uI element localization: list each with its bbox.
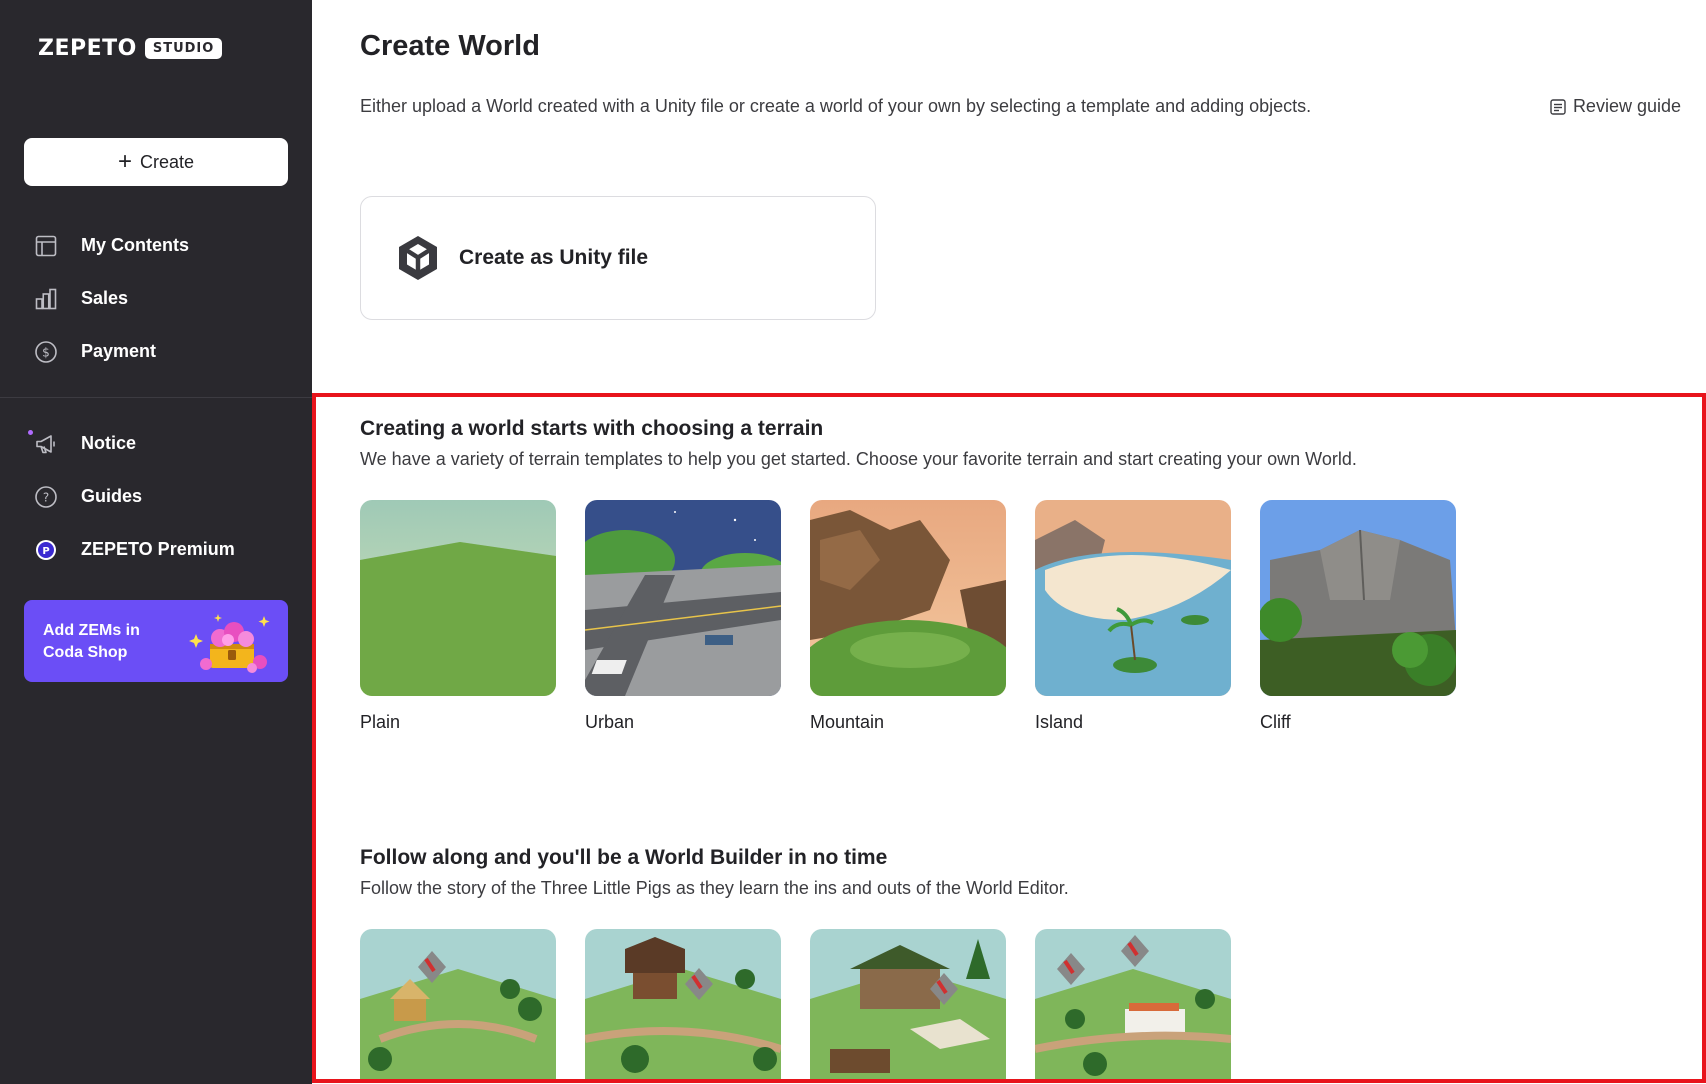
document-icon bbox=[1550, 98, 1566, 115]
treasure-chest-gems-icon bbox=[189, 614, 270, 673]
sidebar-nav-secondary: Notice ? Guides P ZEPETO Premium bbox=[0, 417, 312, 576]
terrain-section-title: Creating a world starts with choosing a … bbox=[360, 417, 824, 440]
create-button-label: Create bbox=[139, 151, 195, 172]
terrain-name: Island bbox=[1035, 712, 1084, 732]
logo-studio-badge: STUDIO bbox=[144, 38, 223, 59]
premium-badge-icon: P bbox=[34, 538, 58, 562]
review-guide-label: Review guide bbox=[1572, 96, 1681, 116]
sidebar-item-sales[interactable]: Sales bbox=[0, 272, 312, 325]
notice-unread-dot bbox=[28, 430, 33, 435]
unity-logo-icon bbox=[399, 236, 437, 280]
zepeto-studio-logo[interactable]: ZEPETO STUDIO bbox=[38, 36, 223, 61]
sidebar-item-payment[interactable]: $ Payment bbox=[0, 325, 312, 378]
terrain-card-cliff[interactable]: Cliff bbox=[1260, 500, 1456, 733]
terrain-name: Cliff bbox=[1260, 712, 1291, 732]
terrain-card-mountain[interactable]: Mountain bbox=[810, 500, 1006, 733]
page-description: Either upload a World created with a Uni… bbox=[360, 96, 1312, 116]
promo-text: Add ZEMs in Coda Shop bbox=[43, 620, 183, 664]
review-guide-link[interactable]: Review guide bbox=[1549, 96, 1681, 117]
sidebar-item-label: Notice bbox=[81, 433, 137, 453]
terrain-card-island[interactable]: Island bbox=[1035, 500, 1231, 733]
svg-text:?: ? bbox=[43, 490, 49, 504]
sidebar-item-label: Guides bbox=[81, 486, 143, 506]
tutorial-thumbnail-village[interactable] bbox=[1035, 929, 1231, 1079]
sidebar-item-my-contents[interactable]: My Contents bbox=[0, 219, 312, 272]
megaphone-icon bbox=[34, 432, 58, 456]
create-unity-file-label: Create as Unity file bbox=[459, 246, 649, 269]
tutorial-thumbnail-wood-house[interactable] bbox=[585, 929, 781, 1079]
create-unity-file-card[interactable]: Create as Unity file bbox=[360, 196, 876, 320]
terrain-card-urban[interactable]: Urban bbox=[585, 500, 781, 733]
plus-icon: + bbox=[117, 148, 132, 175]
terrain-name: Plain bbox=[360, 712, 401, 732]
terrain-card-plain[interactable]: Plain bbox=[360, 500, 556, 733]
bar-chart-icon bbox=[34, 287, 58, 311]
logo-wordmark: ZEPETO bbox=[38, 36, 137, 61]
sidebar-item-guides[interactable]: ? Guides bbox=[0, 470, 312, 523]
layout-icon bbox=[34, 234, 58, 258]
sidebar-item-label: ZEPETO Premium bbox=[81, 539, 235, 559]
terrain-thumbnail-island bbox=[1035, 500, 1231, 696]
terrain-thumbnail-cliff bbox=[1260, 500, 1456, 696]
terrain-name: Mountain bbox=[810, 712, 885, 732]
sidebar-item-label: My Contents bbox=[81, 235, 189, 255]
main-content: Create World Either upload a World creat… bbox=[312, 0, 1706, 1084]
coda-shop-promo-banner[interactable]: Add ZEMs in Coda Shop bbox=[24, 600, 288, 682]
terrain-thumbnail-mountain bbox=[810, 500, 1006, 696]
question-circle-icon: ? bbox=[34, 485, 58, 509]
sidebar-item-label: Sales bbox=[81, 288, 129, 308]
tutorial-section-description: Follow the story of the Three Little Pig… bbox=[360, 878, 1069, 898]
dollar-circle-icon: $ bbox=[34, 340, 58, 364]
svg-text:$: $ bbox=[42, 345, 50, 359]
svg-text:P: P bbox=[42, 546, 49, 557]
sidebar-item-label: Payment bbox=[81, 341, 157, 361]
page-title: Create World bbox=[360, 30, 540, 62]
sidebar-item-notice[interactable]: Notice bbox=[0, 417, 312, 470]
tutorial-section-title: Follow along and you'll be a World Build… bbox=[360, 846, 888, 869]
promo-line-1: Add ZEMs in bbox=[43, 622, 140, 639]
tutorial-thumbnail-straw-house[interactable] bbox=[360, 929, 556, 1079]
sidebar-item-zepeto-premium[interactable]: P ZEPETO Premium bbox=[0, 523, 312, 576]
terrain-name: Urban bbox=[585, 712, 635, 732]
tutorial-card-row bbox=[360, 929, 1231, 1079]
sidebar-nav-primary: My Contents Sales $ Payment bbox=[0, 219, 312, 378]
create-button[interactable]: + Create bbox=[24, 138, 288, 186]
tutorial-thumbnail-brick-house[interactable] bbox=[810, 929, 1006, 1079]
terrain-thumbnail-plain bbox=[360, 500, 556, 696]
sidebar: ZEPETO STUDIO + Create My Contents Sales… bbox=[0, 0, 312, 1084]
promo-line-2: Coda Shop bbox=[43, 644, 128, 661]
terrain-section-description: We have a variety of terrain templates t… bbox=[360, 449, 1357, 469]
terrain-thumbnail-urban bbox=[585, 500, 781, 696]
terrain-card-row: Plain Urban Mountain Island Cliff bbox=[360, 500, 1456, 733]
sidebar-divider bbox=[0, 397, 312, 398]
